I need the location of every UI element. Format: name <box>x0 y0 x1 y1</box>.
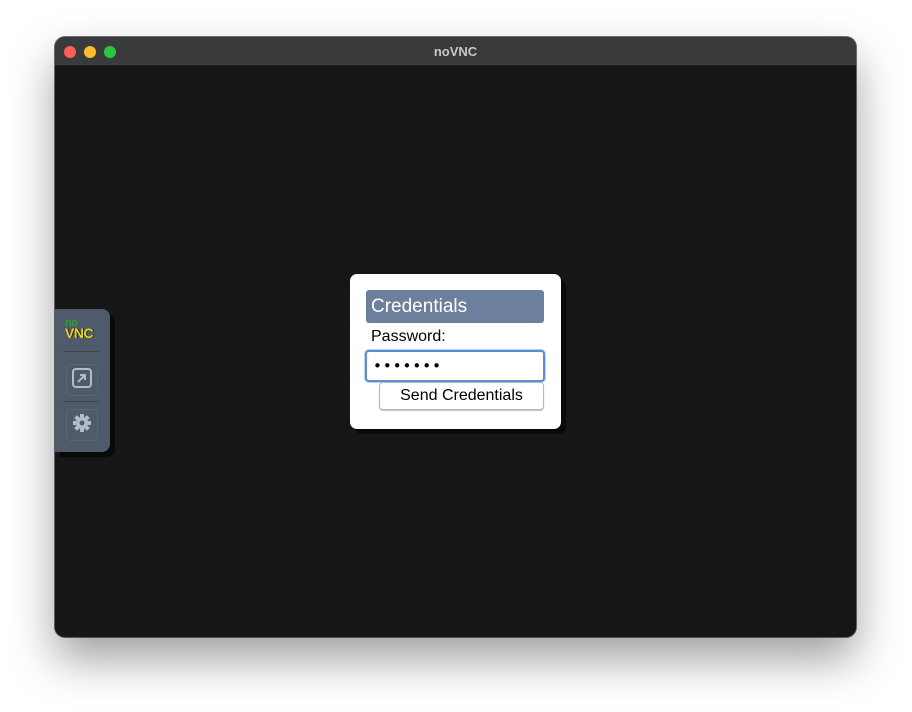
fullscreen-button[interactable] <box>66 364 98 396</box>
credentials-dialog: Credentials Password: Send Credentials <box>350 274 561 429</box>
dialog-title: Credentials <box>366 290 544 323</box>
browser-window: noVNC no VNC Credentials Password: Send … <box>55 37 856 637</box>
control-bar-divider <box>63 351 99 352</box>
window-title: noVNC <box>433 44 478 59</box>
password-label: Password: <box>371 328 446 345</box>
password-input[interactable] <box>365 350 545 382</box>
logo-vnc-text: VNC <box>65 325 94 341</box>
fullscreen-icon <box>71 367 93 394</box>
novnc-logo: no VNC <box>65 318 103 345</box>
gear-icon <box>71 412 93 439</box>
settings-button[interactable] <box>66 409 98 441</box>
control-bar-divider <box>63 401 99 402</box>
novnc-control-bar: no VNC <box>55 309 110 452</box>
title-bar: noVNC <box>55 37 856 66</box>
vnc-screen[interactable]: no VNC Credentials Password: Send Creden… <box>55 66 856 637</box>
send-credentials-button[interactable]: Send Credentials <box>379 382 544 410</box>
